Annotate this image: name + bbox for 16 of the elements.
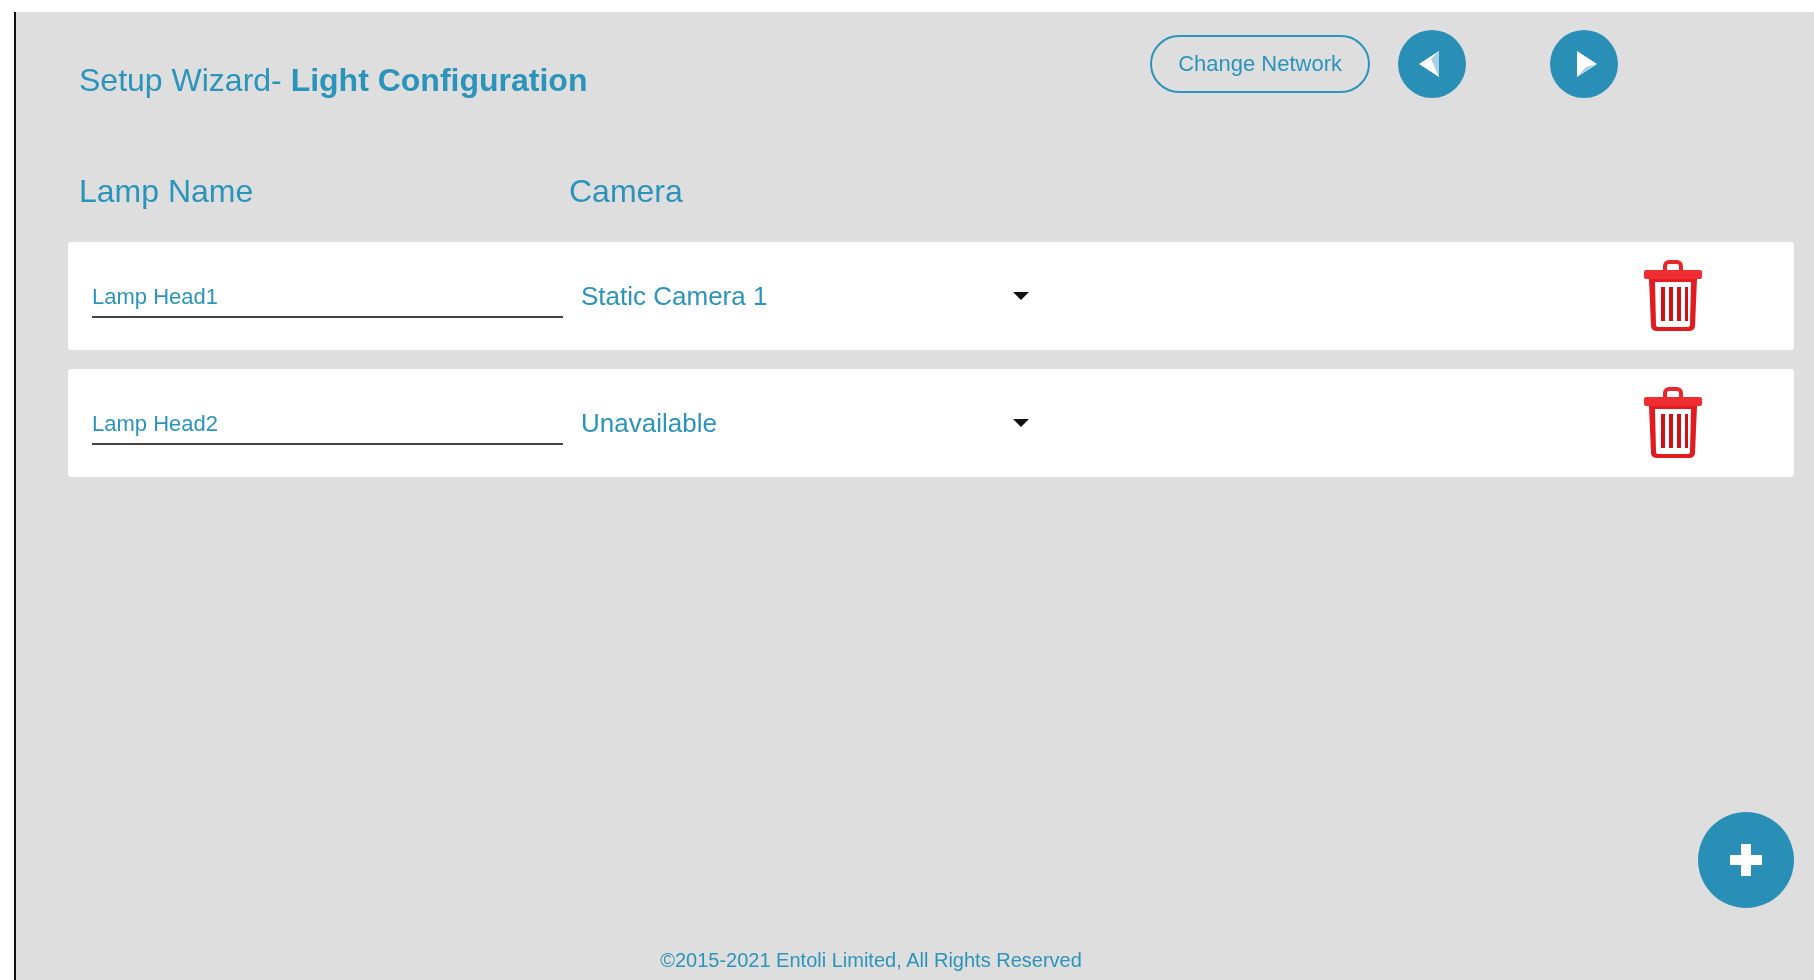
delete-button[interactable] <box>1643 260 1703 332</box>
camera-dropdown[interactable]: Static Camera 1 <box>581 280 1029 312</box>
lamp-name-field[interactable]: Lamp Head1 <box>92 278 563 318</box>
caret-icon <box>1013 292 1029 300</box>
add-button[interactable] <box>1698 812 1794 908</box>
next-button[interactable] <box>1550 30 1618 98</box>
lamp-name-field[interactable]: Lamp Head2 <box>92 405 563 445</box>
column-header: Lamp Name <box>79 172 255 210</box>
delete-button[interactable] <box>1643 387 1703 459</box>
copyright-text: ©2015-2021 Entoli Limited, All Rights Reserved <box>659 949 1083 972</box>
column-header: Camera <box>569 172 683 210</box>
back-button[interactable] <box>1398 30 1466 98</box>
page-title: Setup Wizard- Light Configuration <box>78 61 588 99</box>
camera-dropdown[interactable]: Unavailable <box>581 407 1029 439</box>
change-network-button[interactable]: Change Network <box>1150 35 1370 93</box>
caret-icon <box>1013 419 1029 427</box>
